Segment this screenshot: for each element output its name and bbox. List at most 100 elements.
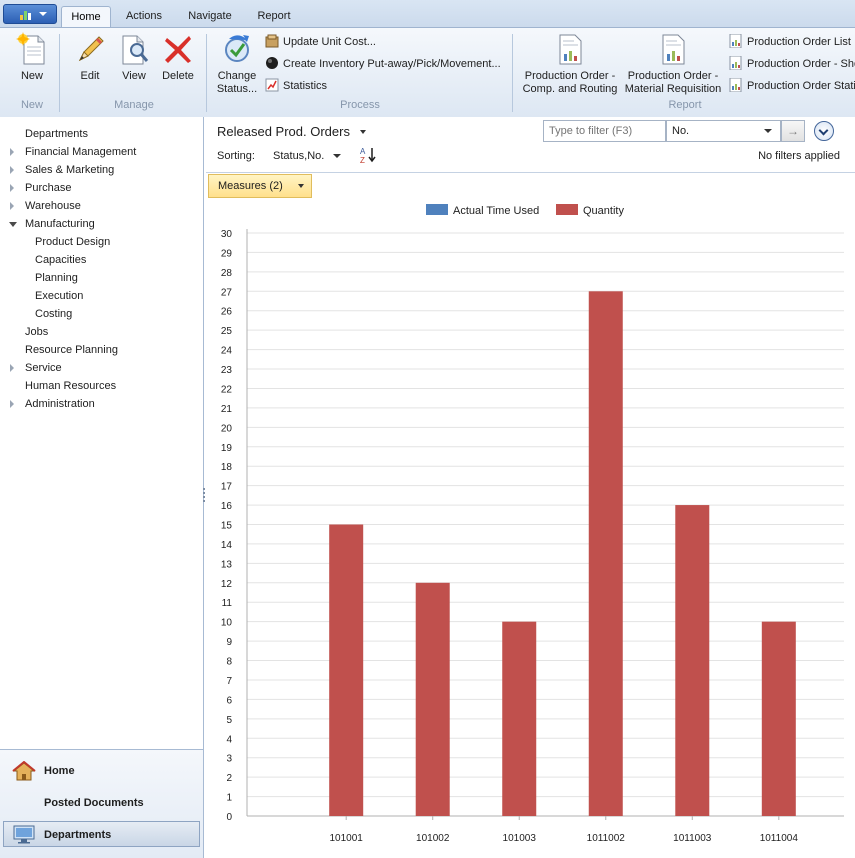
nav-item-purchase[interactable]: Purchase (25, 179, 71, 197)
report-order-list-button[interactable]: Production Order List (729, 33, 851, 51)
report-order-statistics-button[interactable]: Production Order Stati (729, 77, 855, 95)
filter-field-select[interactable]: No. (666, 120, 781, 142)
group-label-process: Process (340, 99, 380, 111)
edit-button-label: Edit (80, 70, 100, 82)
dynamics-logo-icon (20, 11, 31, 20)
expand-arrow-icon[interactable] (10, 364, 14, 372)
tab-home[interactable]: Home (61, 6, 111, 28)
nav-item-departments[interactable]: Departments (25, 125, 88, 143)
nav-item-costing[interactable]: Costing (35, 305, 72, 323)
new-document-icon (16, 32, 45, 65)
filter-search-input[interactable] (543, 120, 666, 142)
nav-item-administration[interactable]: Administration (25, 395, 95, 413)
report-comp-routing-line2: Comp. and Routing (522, 83, 618, 95)
measures-button-label: Measures (2) (218, 180, 283, 192)
report-icon (559, 34, 582, 65)
nav-item-execution[interactable]: Execution (35, 287, 83, 305)
nav-button-posted-documents[interactable]: Posted Documents (3, 790, 200, 816)
y-tick-label: 5 (226, 715, 232, 726)
view-button[interactable]: View (114, 32, 154, 83)
chart-container: Actual Time Used Quantity 0 1 2 3 4 5 6 7 8 9 10 11 12… (206, 195, 855, 858)
chevron-down-icon (818, 125, 829, 136)
departments-monitor-icon (13, 825, 35, 844)
report-order-shortage-label: Production Order - Sho (747, 58, 855, 70)
nav-item-financial-management[interactable]: Financial Management (25, 143, 136, 161)
statistics-chart-icon (265, 78, 279, 92)
sorting-field-select[interactable]: Status,No. (273, 150, 324, 162)
group-label-report: Report (668, 99, 702, 111)
nav-item-human-resources[interactable]: Human Resources (25, 377, 116, 395)
sort-ascending-icon[interactable]: A Z (358, 146, 380, 164)
y-tick-label: 6 (226, 695, 232, 706)
y-tick-label: 15 (221, 521, 233, 532)
bar-1011004-1 (761, 621, 796, 816)
edit-button[interactable]: Edit (70, 32, 110, 83)
x-tick-label: 101003 (503, 833, 537, 844)
tab-actions[interactable]: Actions (118, 6, 170, 28)
nav-item-product-design[interactable]: Product Design (35, 233, 110, 251)
navigation-pane: Departments Financial Management Sales & M… (0, 117, 204, 858)
change-status-label-line1: Change (217, 70, 257, 82)
svg-text:Z: Z (360, 156, 365, 164)
expand-arrow-icon[interactable] (10, 400, 14, 408)
report-small-icon (729, 78, 742, 92)
nav-item-service[interactable]: Service (25, 359, 62, 377)
y-tick-label: 19 (221, 443, 233, 454)
expand-filter-pane-button[interactable] (814, 121, 834, 141)
view-button-label: View (122, 70, 146, 82)
nav-item-warehouse[interactable]: Warehouse (25, 197, 81, 215)
y-tick-label: 13 (221, 559, 233, 570)
create-inventory-movement-button[interactable]: Create Inventory Put-away/Pick/Movement.… (265, 55, 501, 73)
y-tick-label: 14 (221, 540, 233, 551)
create-inventory-label: Create Inventory Put-away/Pick/Movement.… (283, 58, 501, 70)
report-comp-routing-button[interactable]: Production Order - Comp. and Routing (520, 32, 620, 96)
report-order-statistics-label: Production Order Stati (747, 80, 855, 92)
y-tick-label: 3 (226, 754, 232, 765)
title-dropdown-caret-icon[interactable] (360, 130, 366, 134)
arrow-right-icon: → (787, 124, 799, 138)
filter-apply-button[interactable]: → (781, 120, 805, 142)
nav-item-resource-planning[interactable]: Resource Planning (25, 341, 118, 359)
page-title[interactable]: Released Prod. Orders (217, 124, 350, 139)
bar-101002-1 (415, 582, 450, 816)
sorting-label: Sorting: (217, 150, 255, 162)
tab-report[interactable]: Report (250, 6, 298, 28)
application-menu-button[interactable] (3, 4, 57, 24)
nav-item-capacities[interactable]: Capacities (35, 251, 86, 269)
x-tick-label: 1011002 (587, 833, 626, 844)
update-cost-icon (265, 34, 279, 48)
nav-item-manufacturing[interactable]: Manufacturing (25, 215, 95, 233)
x-tick-label: 101002 (416, 833, 450, 844)
nav-item-jobs[interactable]: Jobs (25, 323, 48, 341)
report-order-shortage-button[interactable]: Production Order - Sho (729, 55, 855, 73)
nav-item-sales-marketing[interactable]: Sales & Marketing (25, 161, 114, 179)
statistics-button[interactable]: Statistics (265, 77, 327, 95)
update-unit-cost-button[interactable]: Update Unit Cost... (265, 33, 376, 51)
nav-item-planning[interactable]: Planning (35, 269, 78, 287)
report-comp-routing-line1: Production Order - (524, 70, 616, 82)
statistics-label: Statistics (283, 80, 328, 92)
pencil-icon (78, 36, 104, 62)
pane-splitter-handle[interactable] (203, 488, 205, 504)
nav-button-home[interactable]: Home (3, 758, 200, 784)
bar-101001-1 (329, 524, 364, 816)
delete-button[interactable]: Delete (158, 32, 198, 83)
change-status-button[interactable]: Change Status... (213, 32, 261, 96)
expand-arrow-icon[interactable] (10, 166, 14, 174)
sorting-dropdown-caret-icon[interactable] (333, 154, 341, 158)
y-tick-label: 8 (226, 657, 232, 668)
report-small-icon (729, 56, 742, 70)
new-button[interactable]: New (12, 32, 52, 83)
nav-button-departments[interactable]: Departments (3, 821, 200, 847)
expand-arrow-icon[interactable] (10, 184, 14, 192)
group-label-new: New (20, 99, 43, 111)
tab-navigate[interactable]: Navigate (180, 6, 240, 28)
new-button-label: New (20, 70, 43, 82)
ribbon: Home Actions Navigate Report New New Edi… (0, 0, 855, 117)
expand-arrow-icon[interactable] (10, 148, 14, 156)
inventory-ball-icon (266, 57, 278, 69)
report-material-requisition-button[interactable]: Production Order - Material Requisition (622, 32, 724, 96)
collapse-arrow-icon[interactable] (9, 222, 17, 227)
expand-arrow-icon[interactable] (10, 202, 14, 210)
y-tick-label: 30 (221, 229, 233, 240)
